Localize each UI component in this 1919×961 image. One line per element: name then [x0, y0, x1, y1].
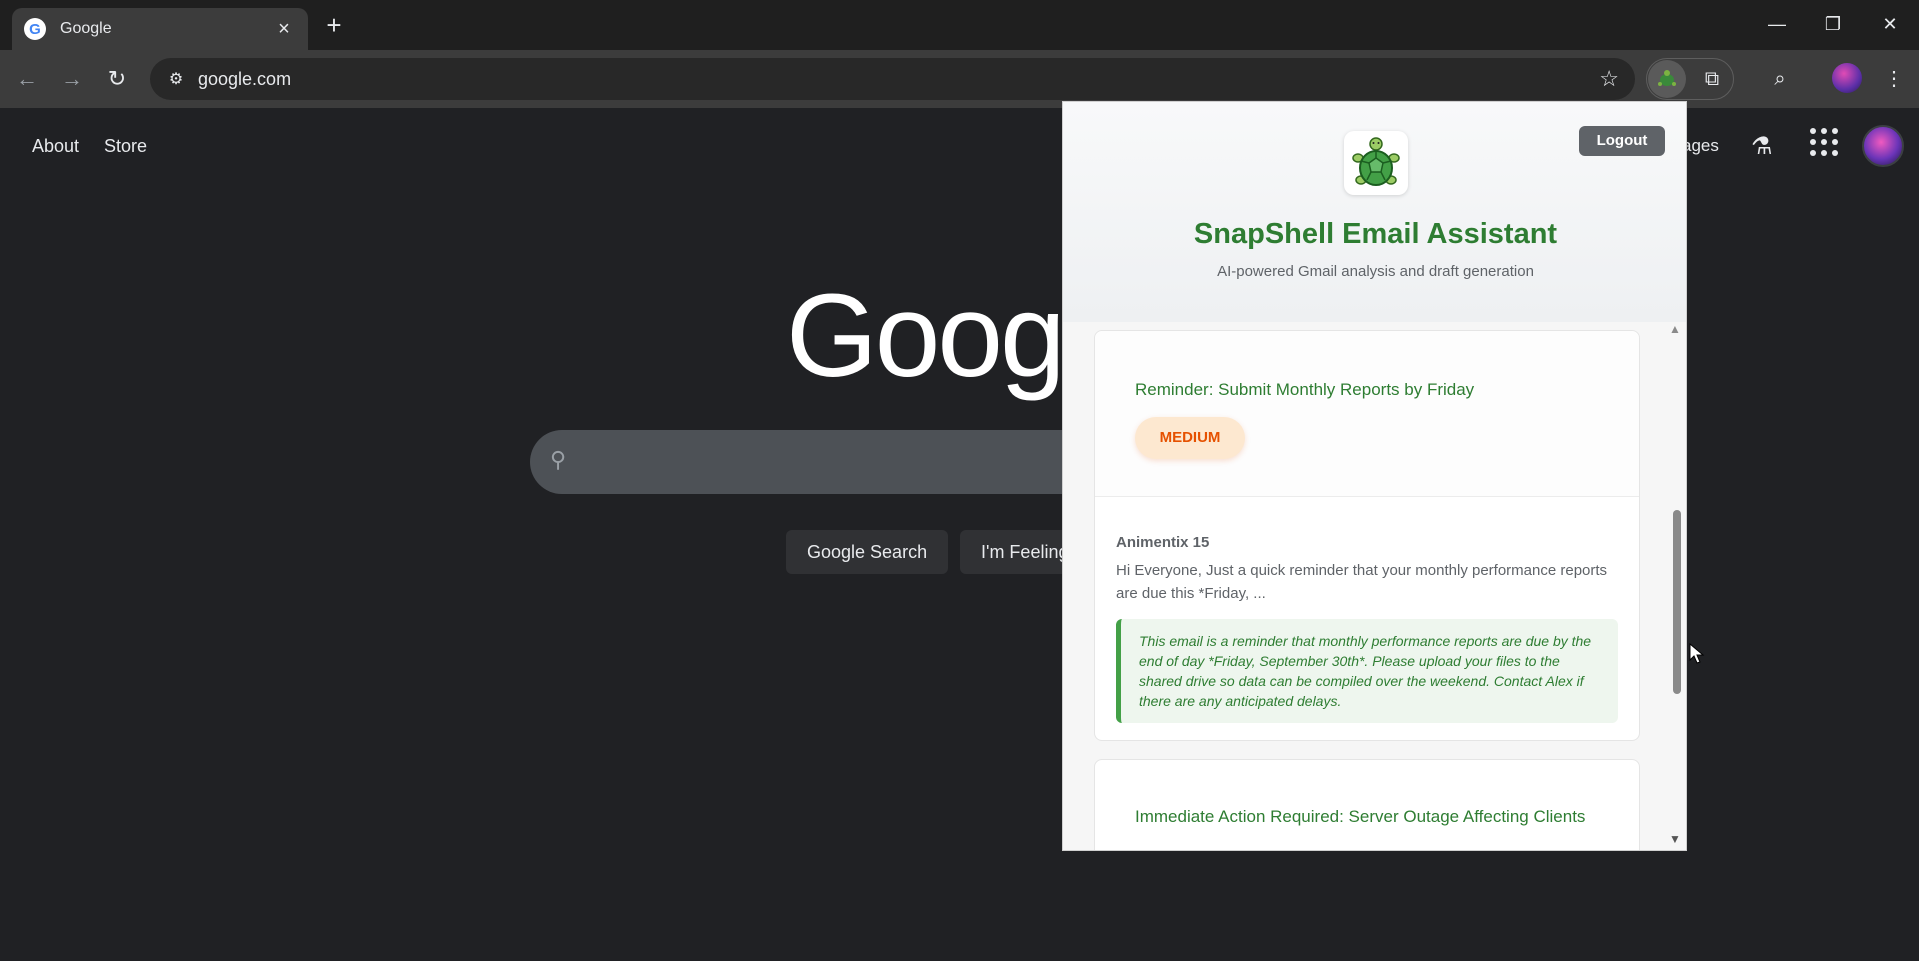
- email-card[interactable]: Immediate Action Required: Server Outage…: [1094, 759, 1640, 850]
- popup-title: SnapShell Email Assistant: [1193, 218, 1558, 250]
- email-card[interactable]: Reminder: Submit Monthly Reports by Frid…: [1094, 330, 1640, 741]
- new-tab-button[interactable]: +: [318, 10, 350, 42]
- ai-summary: This email is a reminder that monthly pe…: [1116, 619, 1618, 723]
- labs-flask-icon[interactable]: ⚗: [1751, 132, 1773, 161]
- address-bar[interactable]: ⚙ google.com ☆: [150, 58, 1635, 100]
- extensions-puzzle-icon[interactable]: ⧉: [1693, 60, 1731, 98]
- search-icon: ⚲: [550, 447, 567, 472]
- url-text[interactable]: google.com: [198, 69, 291, 90]
- email-card-header: Reminder: Submit Monthly Reports by Frid…: [1095, 331, 1639, 497]
- email-snippet: Hi Everyone, Just a quick reminder that …: [1116, 562, 1608, 602]
- popup-header: Logout SnapShell Email Assistant AI-powe…: [1063, 102, 1686, 322]
- priority-badge: MEDIUM: [1135, 417, 1245, 459]
- forward-button[interactable]: →: [55, 62, 89, 96]
- restore-button[interactable]: ❐: [1813, 8, 1853, 40]
- email-list[interactable]: ▲ ▼ Reminder: Submit Monthly Reports by …: [1063, 322, 1686, 850]
- mouse-cursor-icon: [1689, 643, 1705, 664]
- browser-toolbar: ← → ↻ ⚙ google.com ☆ ⧉ ⌕ ⋮: [0, 50, 1919, 108]
- google-search-button[interactable]: Google Search: [786, 530, 949, 574]
- tab-title: Google: [60, 20, 112, 37]
- reload-button[interactable]: ↻: [100, 62, 134, 96]
- menu-kebab-icon[interactable]: ⋮: [1877, 62, 1911, 96]
- back-button[interactable]: ←: [10, 62, 44, 96]
- snapshell-logo: [1344, 131, 1408, 195]
- popup-subtitle: AI-powered Gmail analysis and draft gene…: [1217, 263, 1534, 280]
- account-avatar[interactable]: [1862, 125, 1904, 167]
- turtle-logo-icon: [1352, 137, 1400, 186]
- snapshell-popup: Logout SnapShell Email Assistant AI-powe…: [1062, 101, 1687, 851]
- tab-search-icon[interactable]: ⌕: [1763, 62, 1797, 96]
- logout-button[interactable]: Logout: [1579, 126, 1665, 156]
- turtle-small-icon: [1658, 70, 1676, 86]
- close-window-button[interactable]: ✕: [1870, 8, 1910, 40]
- email-subject[interactable]: Immediate Action Required: Server Outage…: [1135, 804, 1605, 829]
- tab-google[interactable]: G Google ×: [12, 8, 308, 50]
- tab-strip: G Google × + — ❐ ✕: [0, 0, 1919, 50]
- google-logo: Goog: [786, 270, 1066, 402]
- store-link[interactable]: Store: [104, 136, 147, 157]
- scroll-down-arrow-icon[interactable]: ▼: [1669, 832, 1681, 846]
- tab-close-icon[interactable]: ×: [272, 18, 296, 41]
- profile-avatar-icon[interactable]: [1832, 63, 1862, 93]
- google-favicon-icon: G: [24, 18, 46, 40]
- scrollbar-thumb[interactable]: [1673, 510, 1681, 694]
- snapshell-extension-icon[interactable]: [1648, 60, 1686, 98]
- minimize-button[interactable]: —: [1757, 8, 1797, 40]
- bookmark-star-icon[interactable]: ☆: [1599, 66, 1619, 92]
- site-settings-icon[interactable]: ⚙: [156, 58, 196, 100]
- email-subject[interactable]: Reminder: Submit Monthly Reports by Frid…: [1135, 377, 1605, 402]
- about-link[interactable]: About: [32, 136, 79, 157]
- scroll-up-arrow-icon[interactable]: ▲: [1669, 322, 1681, 336]
- images-link[interactable]: ages: [1682, 136, 1719, 156]
- google-apps-icon[interactable]: [1806, 124, 1842, 160]
- email-sender: Animentix 15: [1116, 534, 1210, 551]
